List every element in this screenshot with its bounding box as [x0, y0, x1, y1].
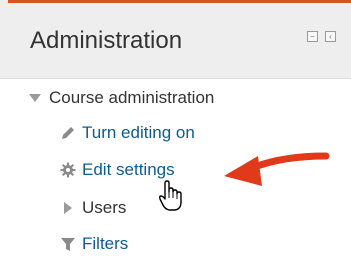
tree-node-label: Users	[82, 198, 127, 217]
tree-item-filters[interactable]: Filters	[60, 234, 128, 254]
collapse-icon[interactable]: −	[307, 31, 318, 42]
gear-icon	[60, 162, 76, 178]
tree-item-edit-settings[interactable]: Edit settings	[60, 160, 175, 180]
block-title: Administration	[30, 27, 183, 54]
triangle-down-icon	[27, 94, 43, 102]
block-header: Administration − ‹	[0, 0, 351, 79]
pencil-icon	[60, 125, 76, 141]
tree-node-course-administration[interactable]: Course administration	[27, 88, 214, 108]
edit-settings-link[interactable]: Edit settings	[82, 160, 175, 180]
tree-item-turn-editing-on[interactable]: Turn editing on	[60, 123, 195, 143]
dock-icon[interactable]: ‹	[325, 31, 336, 42]
tree-node-users[interactable]: Users	[60, 198, 126, 218]
annotation-arrow	[222, 148, 332, 203]
filter-icon	[60, 236, 76, 252]
triangle-right-icon	[60, 202, 76, 214]
accent-line	[8, 0, 351, 3]
turn-editing-on-link[interactable]: Turn editing on	[82, 123, 195, 143]
filters-link[interactable]: Filters	[82, 234, 128, 254]
tree-node-label: Course administration	[49, 88, 215, 107]
hand-cursor-icon	[158, 180, 184, 217]
